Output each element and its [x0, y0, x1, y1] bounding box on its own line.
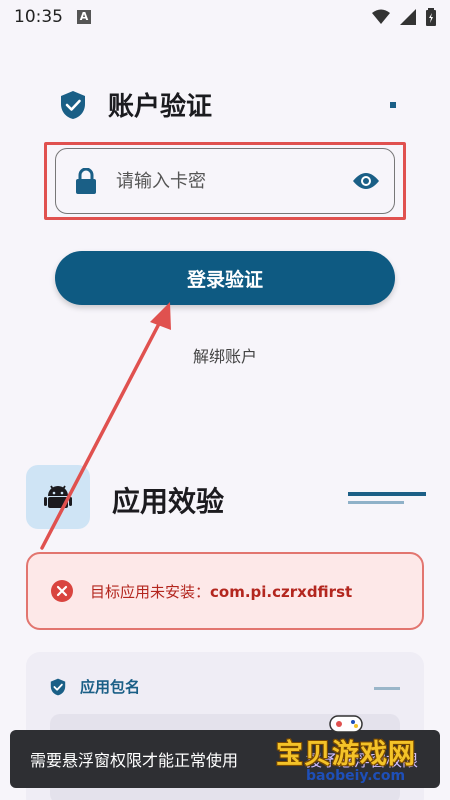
toast-action-button[interactable]: 授予悬浮窗权限: [306, 747, 418, 771]
app-check-title: 应用效验: [112, 485, 225, 518]
error-card: 目标应用未安装：com.pi.czrxdfirst: [26, 552, 424, 630]
package-name-header: 应用包名: [50, 676, 140, 697]
eye-icon[interactable]: [352, 171, 380, 191]
package-name-title: 应用包名: [80, 678, 141, 696]
notification-icon: A: [77, 10, 91, 24]
error-message: 目标应用未安装：com.pi.czrxdfirst: [90, 581, 352, 602]
lock-icon: [76, 168, 96, 194]
card-key-field[interactable]: [55, 148, 395, 214]
status-icons: [372, 8, 436, 26]
status-time: 10:35: [14, 7, 63, 27]
decorative-dash: [374, 687, 400, 690]
shield-check-icon: [50, 678, 66, 695]
android-app-tile: [26, 465, 90, 529]
close-circle-icon: [51, 580, 73, 602]
android-icon: [44, 485, 72, 508]
error-package-name: com.pi.czrxdfirst: [210, 582, 353, 601]
card-key-input[interactable]: [116, 170, 352, 192]
decorative-lines: [348, 492, 426, 504]
status-bar: 10:35 A: [0, 0, 450, 34]
signal-icon: [400, 9, 416, 25]
unbind-account-link[interactable]: 解绑账户: [0, 343, 450, 367]
auth-header: 账户验证: [60, 86, 212, 123]
toast: 需要悬浮窗权限才能正常使用 授予悬浮窗权限: [10, 730, 440, 788]
battery-icon: [426, 8, 436, 26]
toast-message: 需要悬浮窗权限才能正常使用: [30, 751, 239, 770]
shield-check-icon: [61, 90, 85, 119]
auth-title: 账户验证: [108, 92, 213, 122]
decorative-dot: [390, 102, 396, 108]
wifi-icon: [372, 9, 390, 24]
login-verify-button[interactable]: 登录验证: [55, 251, 395, 305]
error-label: 目标应用未安装：: [90, 582, 211, 601]
